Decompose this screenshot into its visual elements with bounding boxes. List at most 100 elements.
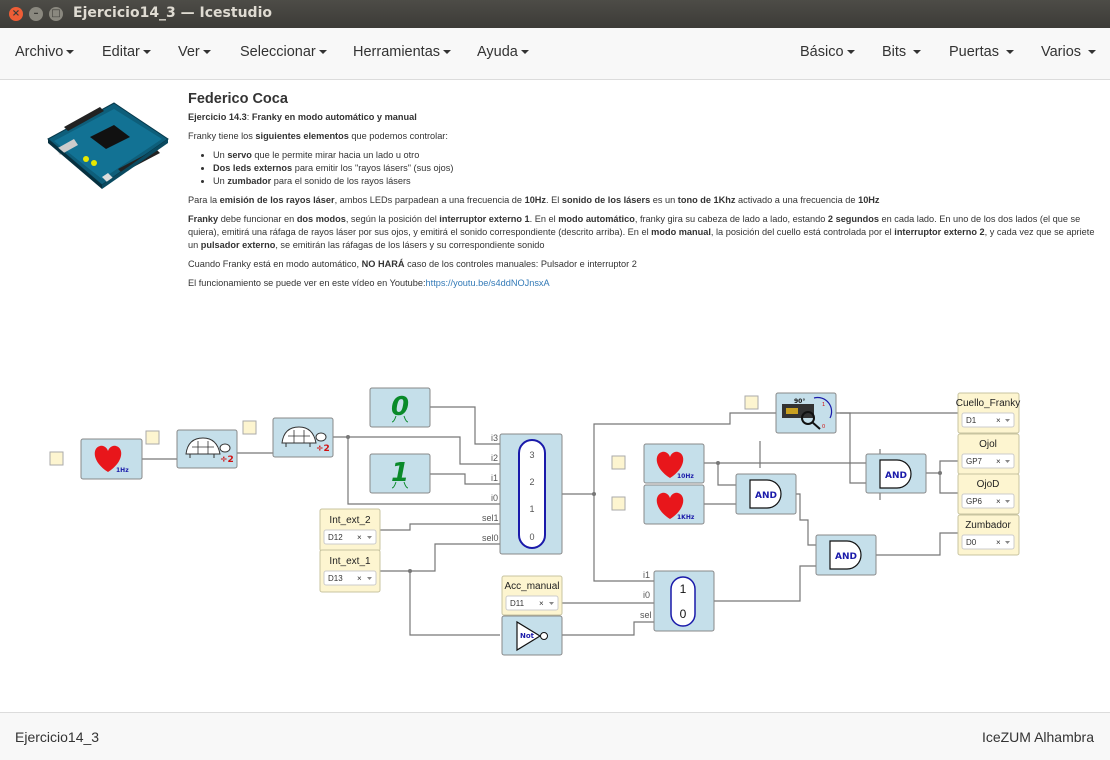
caret-icon (846, 50, 855, 55)
pin-value: GP7 (966, 457, 983, 466)
pin-value: D11 (510, 599, 525, 608)
menu-seleccionar[interactable]: Seleccionar (240, 44, 327, 60)
board-name[interactable]: IceZUM Alhambra (982, 729, 1094, 745)
caret-icon (913, 50, 922, 55)
menu-label: Seleccionar (240, 44, 316, 60)
menu-archivo[interactable]: Archivo (15, 44, 75, 60)
heart-pin-box[interactable] (611, 496, 626, 511)
clear-icon[interactable]: × (357, 574, 362, 583)
menu-herramientas[interactable]: Herramientas (353, 44, 452, 60)
clear-icon[interactable]: × (996, 457, 1001, 466)
input-name: Int_ext_1 (329, 556, 371, 567)
servo-mark: 1 (822, 402, 825, 408)
servo-pin-box[interactable] (744, 395, 759, 410)
menu-label: Básico (800, 44, 844, 60)
divide-label: ÷2 (220, 455, 234, 465)
caret-icon (66, 50, 75, 55)
divider-pin-box[interactable] (145, 430, 160, 445)
pin-value: D1 (966, 416, 977, 425)
input-int-ext-2[interactable]: Int_ext_2 D12 × (319, 508, 381, 552)
design-canvas[interactable]: Federico Coca Ejercicio 14.3: Franky en … (0, 80, 1110, 712)
input-acc-manual[interactable]: Acc_manual D11 × (501, 575, 563, 616)
input-int-ext-1[interactable]: Int_ext_1 D13 × (319, 549, 381, 593)
gate-label: Not (520, 632, 535, 640)
clear-icon[interactable]: × (996, 497, 1001, 506)
constant-1-block[interactable]: 1 (369, 453, 431, 494)
output-ojol[interactable]: Ojol GP7 × (957, 433, 1020, 475)
constant-0-block[interactable]: 0 (369, 387, 431, 428)
mux-input-label: i3 (491, 433, 498, 443)
output-name: Ojol (979, 439, 997, 450)
clear-icon[interactable]: × (996, 416, 1001, 425)
constant-value: 0 (391, 392, 409, 422)
maximize-window-button[interactable]: □ (49, 7, 63, 21)
gate-label: AND (885, 471, 907, 481)
gate-label: AND (755, 491, 777, 501)
clear-icon[interactable]: × (539, 599, 544, 608)
menu-label: Varios (1041, 44, 1082, 60)
menu-ver[interactable]: Ver (178, 44, 211, 60)
mux-select-label: sel0 (482, 533, 499, 543)
caret-icon (202, 50, 211, 55)
mux-input-label: i1 (491, 473, 498, 483)
output-name: Zumbador (965, 520, 1011, 531)
and-gate-block-3[interactable]: AND (815, 534, 877, 576)
output-name: OjoD (977, 479, 1000, 490)
clear-icon[interactable]: × (996, 538, 1001, 547)
output-cuello-franky[interactable]: Cuello_Franky D1 × (956, 392, 1020, 434)
menu-basico[interactable]: Básico (800, 44, 855, 60)
caret-icon (520, 50, 529, 55)
output-name: Cuello_Franky (956, 398, 1020, 409)
clock-pin-box[interactable] (49, 451, 64, 466)
mux-value: 0 (529, 532, 534, 542)
menu-label: Ayuda (477, 44, 518, 60)
clear-icon[interactable]: × (357, 533, 362, 542)
menu-ayuda[interactable]: Ayuda (477, 44, 529, 60)
input-name: Acc_manual (504, 581, 559, 592)
divider-block-2[interactable]: ÷2 (272, 417, 334, 458)
project-name: Ejercicio14_3 (15, 729, 100, 745)
output-ojod[interactable]: OjoD GP6 × (957, 473, 1020, 515)
heart-pin-box[interactable] (611, 455, 626, 470)
divider-block-1[interactable]: ÷2 (176, 429, 238, 469)
menu-label: Editar (102, 44, 140, 60)
menu-editar[interactable]: Editar (102, 44, 151, 60)
mux-input-label: i0 (643, 590, 650, 600)
caret-icon (318, 50, 327, 55)
mux-select-label: sel1 (482, 513, 499, 523)
divider-pin-box[interactable] (242, 420, 257, 435)
output-zumbador[interactable]: Zumbador D0 × (957, 514, 1020, 556)
mux-value: 2 (529, 477, 534, 487)
mux-input-label: i2 (491, 453, 498, 463)
mux-4-to-1-block[interactable]: 3 2 1 0 i3 i2 i1 i0 sel1 sel0 (482, 433, 563, 555)
menu-label: Ver (178, 44, 200, 60)
status-bar: Ejercicio14_3 IceZUM Alhambra (0, 712, 1110, 760)
caret-icon (142, 50, 151, 55)
minimize-window-button[interactable]: – (29, 7, 43, 21)
menu-bits[interactable]: Bits (882, 44, 922, 60)
close-window-button[interactable]: × (9, 7, 23, 21)
and-gate-block-2[interactable]: AND (865, 453, 927, 494)
mux-select-label: sel (640, 610, 652, 620)
pin-value: D12 (328, 533, 343, 542)
gate-label: AND (835, 552, 857, 562)
servo-block[interactable]: 90° 1 0 (775, 392, 837, 434)
servo-mark: 0 (822, 424, 825, 430)
menu-puertas[interactable]: Puertas (949, 44, 1015, 60)
menu-label: Bits (882, 44, 907, 60)
heart-freq-label: 1KHz (677, 514, 695, 521)
mux-input-label: i0 (491, 493, 498, 503)
circuit-diagram: 1Hz ÷2 ÷2 0 1 3 2 1 0 i3 i2 i1 i0 sel1 s… (49, 387, 1020, 656)
mux-value: 1 (680, 582, 687, 596)
heartbeat-block-10hz[interactable]: 10Hz (643, 443, 705, 484)
pin-value: D13 (328, 574, 343, 583)
mux-value: 1 (529, 504, 534, 514)
heartbeat-block-1hz[interactable]: 1Hz (80, 438, 143, 480)
menu-varios[interactable]: Varios (1041, 44, 1097, 60)
and-gate-block-1[interactable]: AND (735, 473, 797, 515)
not-gate-block[interactable]: Not (501, 615, 563, 656)
heartbeat-block-1khz[interactable]: 1KHz (643, 484, 705, 525)
title-bar: × – □ Ejercicio14_3 — Icestudio (0, 0, 1110, 28)
heart-freq-label: 10Hz (677, 473, 694, 480)
divide-label: ÷2 (316, 444, 330, 454)
